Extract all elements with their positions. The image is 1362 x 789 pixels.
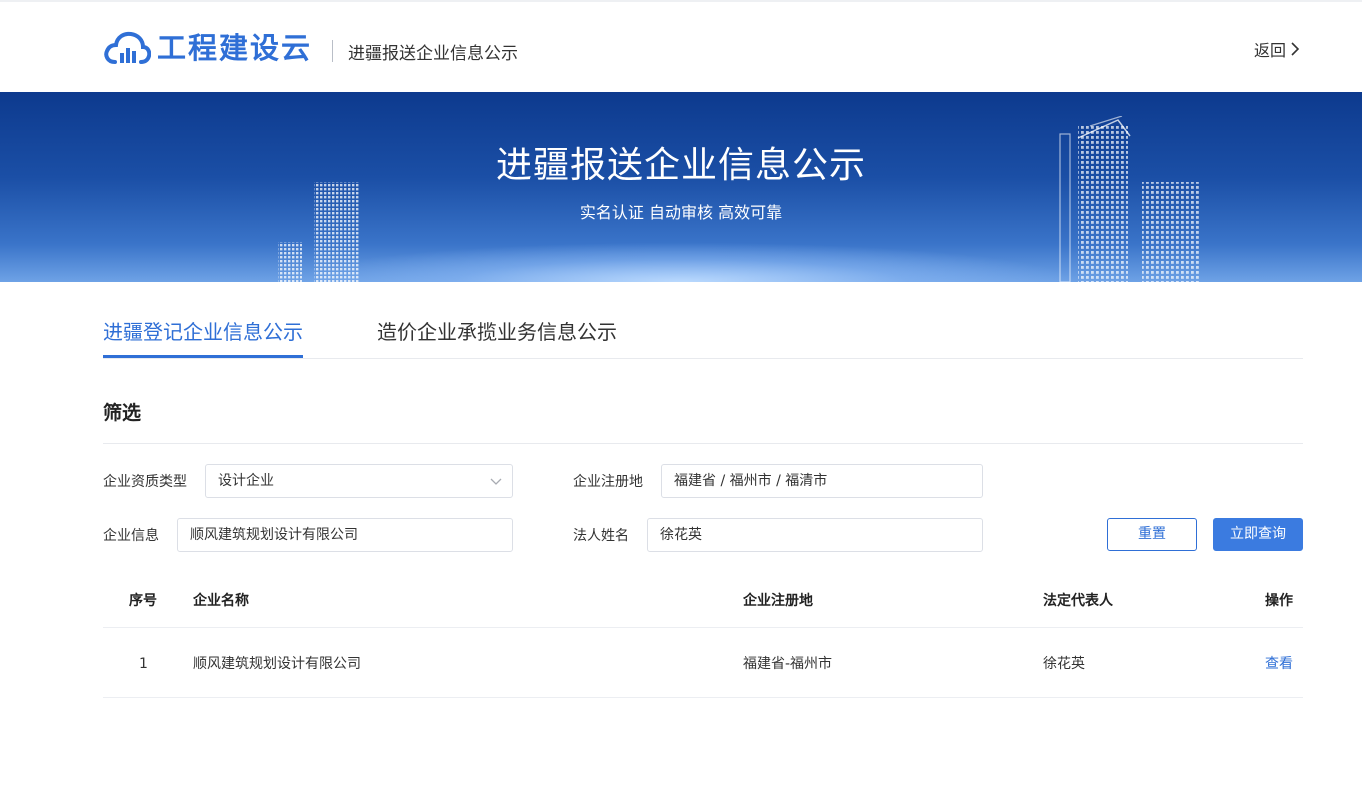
brand-name: 工程建设云 [157, 31, 313, 65]
query-button[interactable]: 立即查询 [1213, 518, 1303, 551]
table-header-divider [103, 627, 1303, 628]
company-info-label: 企业信息 [103, 528, 159, 544]
chevron-right-icon [1291, 42, 1300, 56]
building-illustration-left [278, 182, 360, 282]
company-info-value: 顺风建筑规划设计有限公司 [190, 527, 358, 543]
registered-place-cascader[interactable]: 福建省 / 福州市 / 福清市 [661, 464, 983, 498]
registered-place-label: 企业注册地 [573, 474, 643, 490]
banner-glow [281, 242, 1081, 282]
banner-title: 进疆报送企业信息公示 [495, 145, 866, 186]
qualification-type-label: 企业资质类型 [103, 474, 187, 490]
legal-person-value: 徐花英 [660, 527, 702, 543]
chevron-down-icon [490, 478, 502, 485]
table-header-place: 企业注册地 [743, 593, 813, 609]
table-header-name: 企业名称 [193, 593, 249, 609]
hero-banner: 进疆报送企业信息公示 实名认证 自动审核 高效可靠 [0, 92, 1362, 282]
qualification-type-value: 设计企业 [218, 473, 274, 489]
qualification-type-select[interactable]: 设计企业 [205, 464, 513, 498]
cloud-chart-icon [104, 31, 151, 64]
row-legal-person: 徐花英 [1043, 656, 1085, 672]
tab-bar: 进疆登记企业信息公示 造价企业承揽业务信息公示 [103, 318, 1303, 359]
table-header-action: 操作 [1265, 593, 1293, 609]
banner-subtitle: 实名认证 自动审核 高效可靠 [579, 203, 783, 222]
filter-divider [103, 443, 1303, 444]
row-index: 1 [139, 656, 148, 672]
legal-person-input[interactable]: 徐花英 [647, 518, 983, 552]
site-header: 工程建设云 进疆报送企业信息公示 返回 [0, 2, 1362, 92]
active-tab-indicator [103, 355, 303, 358]
legal-person-label: 法人姓名 [573, 528, 629, 544]
back-label: 返回 [1253, 41, 1286, 60]
row-company-name: 顺风建筑规划设计有限公司 [193, 656, 361, 672]
back-button[interactable]: 返回 [1254, 37, 1300, 61]
building-illustration-right [1059, 116, 1200, 282]
tab-registered-enterprises[interactable]: 进疆登记企业信息公示 [103, 318, 303, 346]
tab-cost-enterprise-business[interactable]: 造价企业承揽业务信息公示 [377, 318, 617, 346]
company-info-input[interactable]: 顺风建筑规划设计有限公司 [177, 518, 513, 552]
header-subtitle: 进疆报送企业信息公示 [348, 44, 518, 64]
table-row-divider [103, 697, 1303, 698]
registered-place-value: 福建省 / 福州市 / 福清市 [674, 473, 828, 489]
reset-button[interactable]: 重置 [1107, 518, 1197, 551]
brand-logo[interactable]: 工程建设云 [103, 29, 312, 67]
table-header-index: 序号 [129, 593, 157, 609]
filter-title: 筛选 [103, 402, 142, 424]
row-registered-place: 福建省-福州市 [743, 656, 833, 672]
table-header-legal: 法定代表人 [1043, 593, 1113, 609]
header-divider [332, 40, 333, 62]
view-link[interactable]: 查看 [1265, 654, 1293, 674]
